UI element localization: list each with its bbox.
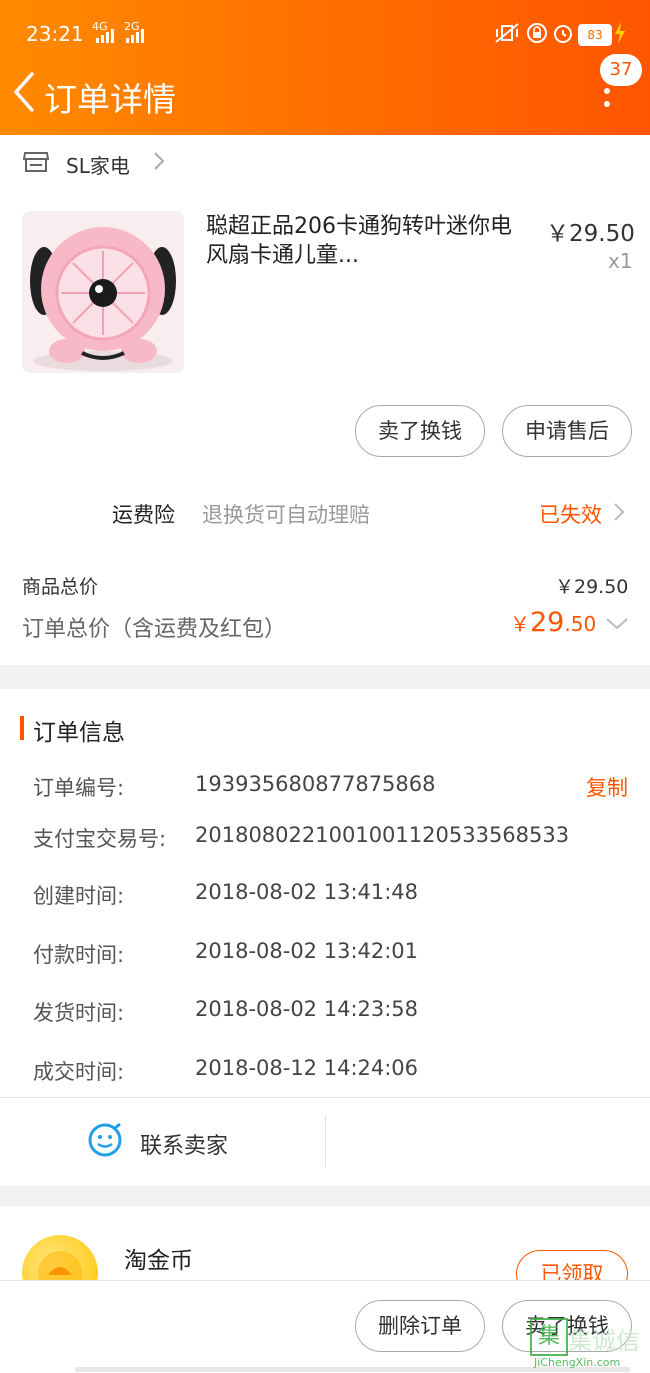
section-marker [20,716,24,740]
deal-time-label: 成交时间: [33,1060,125,1084]
alarm-icon [552,22,574,48]
order-total-currency: ￥ [510,612,530,636]
shop-chevron-icon[interactable] [152,150,166,176]
order-total-label: 订单总价（含运费及红包） [22,617,287,642]
signal-icon-2 [126,28,148,47]
insurance-label: 运费险 [112,503,175,527]
order-total-int: 29 [530,607,565,638]
shop-icon [22,147,50,179]
vibrate-icon [494,22,520,48]
insurance-desc: 退换货可自动理赔 [202,503,370,527]
message-badge[interactable]: 37 [600,54,642,86]
product-qty: x1 [608,249,633,273]
alipay-trade-label: 支付宝交易号: [33,827,167,851]
sell-for-cash-button[interactable]: 卖了换钱 [355,405,485,457]
goods-total-label: 商品总价 [22,576,99,598]
status-time: 23:21 [26,22,84,46]
created-time-value: 2018-08-02 13:41:48 [195,880,419,904]
chat-icon [87,1122,123,1162]
insurance-status[interactable]: 已失效 [539,499,602,529]
signal-icon-1 [96,28,118,47]
order-number-label: 订单编号: [33,776,125,800]
shop-name[interactable]: SL家电 [66,150,130,179]
copy-button[interactable]: 复制 [586,772,628,802]
contact-seller-label: 联系卖家 [140,1134,229,1159]
contact-divider [325,1115,326,1167]
order-total-dec: .50 [564,612,597,636]
product-title[interactable]: 聪超正品206卡通狗转叶迷你电风扇卡通儿童... [206,212,526,270]
order-info-heading: 订单信息 [33,720,125,746]
alipay-trade-value: 2018080221001001120533568533 [195,823,570,847]
deal-time-value: 2018-08-12 14:24:06 [195,1056,419,1080]
shipped-time-value: 2018-08-02 14:23:58 [195,997,419,1021]
watermark-url: JiChengXin.com [534,1356,621,1369]
watermark-text: 集诚信 [568,1327,640,1355]
goods-total-value: ￥29.50 [555,576,629,598]
battery-icon: 83 [578,24,612,46]
paid-time-label: 付款时间: [33,943,125,967]
order-number-value: 193935680877875868 [195,772,436,796]
delete-order-button[interactable]: 删除订单 [355,1300,485,1352]
insurance-chevron-icon[interactable] [612,501,626,527]
back-icon[interactable] [10,70,36,118]
section-divider [0,665,650,689]
lock-icon [526,22,548,48]
paid-time-value: 2018-08-02 13:42:01 [195,939,419,963]
created-time-label: 创建时间: [33,884,125,908]
product-price: ￥29.50 [546,221,635,247]
watermark: 集 集诚信 JiChengXin.com [530,1318,648,1372]
watermark-logo-icon: 集 [530,1318,568,1356]
expand-chevron-icon[interactable] [604,616,630,636]
section-divider-2 [0,1186,650,1206]
after-sale-button[interactable]: 申请售后 [502,405,632,457]
coins-label: 淘金币 [124,1248,193,1274]
shipped-time-label: 发货时间: [33,1001,125,1025]
page-title: 订单详情 [44,80,176,119]
app-header: 23:21 4G 2G 83 订单详情 37 [0,0,650,135]
contact-seller-button[interactable]: 联系卖家 [0,1098,325,1186]
more-menu-icon[interactable] [597,86,617,110]
charging-icon [614,22,626,48]
order-total-value: ￥29.50 [510,607,596,638]
product-image[interactable] [22,211,184,373]
